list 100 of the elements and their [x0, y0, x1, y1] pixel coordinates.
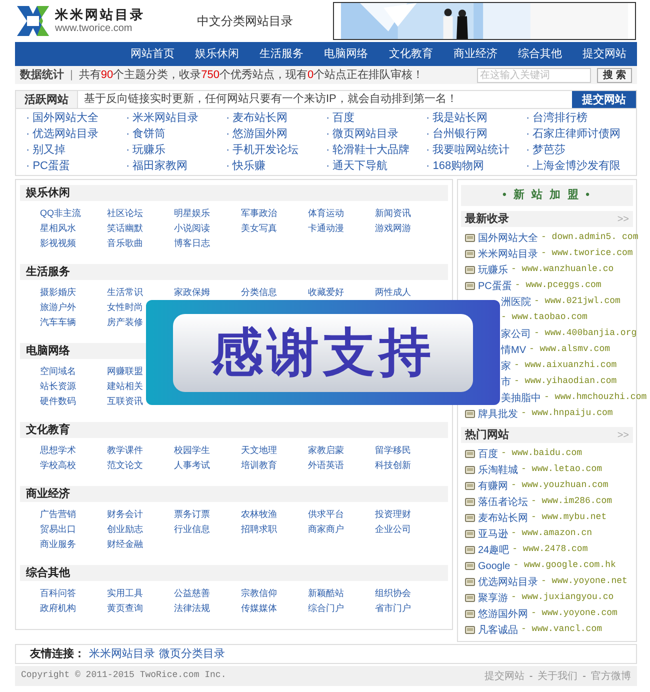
friend-link[interactable]: 米米网站目录 [89, 646, 155, 662]
site-link[interactable]: 麦布站长网 [478, 510, 528, 526]
site-link[interactable]: · 台湾排行榜 [526, 110, 588, 126]
category-link[interactable]: 外语英语 [308, 460, 344, 470]
category-link[interactable]: 生活常识 [107, 287, 143, 297]
category-link[interactable]: 汽车车辆 [40, 317, 76, 327]
site-link[interactable]: · 通天下导航 [326, 158, 388, 174]
category-link[interactable]: 卡通动漫 [308, 223, 344, 233]
category-link[interactable]: 行业信息 [174, 524, 210, 534]
category-link[interactable]: 房产装修 [107, 317, 143, 327]
category-link[interactable]: 收藏爱好 [308, 287, 344, 297]
category-link[interactable]: 学校高校 [40, 460, 76, 470]
search-button[interactable]: 搜 索 [597, 68, 632, 82]
nav-link[interactable]: 网站首页 [120, 46, 185, 62]
category-link[interactable]: 游戏网游 [375, 223, 411, 233]
site-link[interactable]: · 食饼筒 [126, 126, 166, 142]
site-link[interactable]: Google [478, 558, 510, 574]
site-link[interactable]: · 我要啦网站统计 [426, 142, 510, 158]
site-link[interactable]: 乐淘鞋城 [478, 462, 518, 478]
category-link[interactable]: 招聘求职 [241, 524, 277, 534]
category-link[interactable]: 音乐歌曲 [107, 238, 143, 248]
site-link[interactable]: 亚马逊 [478, 526, 508, 542]
category-link[interactable]: 留学移民 [375, 445, 411, 455]
nav-link[interactable]: 生活服务 [249, 46, 314, 62]
friend-link[interactable]: 微页分类目录 [159, 646, 225, 662]
category-link[interactable]: 创业励志 [107, 524, 143, 534]
category-link[interactable]: 新颖酷站 [308, 588, 344, 598]
category-link[interactable]: 省市门户 [375, 603, 411, 613]
site-link[interactable]: · 悠游国外网 [226, 126, 288, 142]
site-link[interactable]: · 微页网站目录 [326, 126, 399, 142]
site-link[interactable]: · 石家庄律师讨债网 [526, 126, 621, 142]
category-link[interactable]: 站长资源 [40, 381, 76, 391]
category-link[interactable]: 组织协会 [375, 588, 411, 598]
category-link[interactable]: 票务订票 [174, 509, 210, 519]
nav-link[interactable]: 提交网站 [572, 46, 637, 62]
category-link[interactable]: 空间域名 [40, 366, 76, 376]
site-link[interactable]: 凡客诚品 [478, 622, 518, 638]
category-link[interactable]: 旅游户外 [40, 302, 76, 312]
category-link[interactable]: 建站相关 [107, 381, 143, 391]
category-link[interactable]: 百科问答 [40, 588, 76, 598]
category-link[interactable]: 新闻资讯 [375, 208, 411, 218]
category-link[interactable]: 军事政治 [241, 208, 277, 218]
site-link[interactable]: 聚享游 [478, 590, 508, 606]
category-link[interactable]: 供求平台 [308, 509, 344, 519]
nav-link[interactable]: 文化教育 [378, 46, 444, 62]
site-link[interactable]: · 上海金博沙发有限 [526, 158, 621, 174]
search-field[interactable]: 在这输入关键词 [477, 68, 592, 82]
category-link[interactable]: 教学课件 [107, 445, 143, 455]
site-link[interactable]: 悠游国外网 [478, 606, 528, 622]
site-link[interactable]: 美抽脂中 [501, 390, 541, 406]
category-link[interactable]: 传媒媒体 [241, 603, 277, 613]
nav-link[interactable]: 综合其他 [508, 46, 572, 62]
category-link[interactable]: 博客日志 [174, 238, 210, 248]
site-link[interactable]: 百度 [478, 446, 498, 462]
category-link[interactable]: 校园学生 [174, 445, 210, 455]
category-link[interactable]: 天文地理 [241, 445, 277, 455]
category-link[interactable]: 体育运动 [308, 208, 344, 218]
category-link[interactable]: 投资理财 [375, 509, 411, 519]
category-link[interactable]: 笑话幽默 [107, 223, 143, 233]
submit-link[interactable]: 提交网站 [572, 91, 636, 108]
site-link[interactable]: 有赚网 [478, 478, 508, 494]
category-link[interactable]: 综合门户 [308, 603, 344, 613]
site-link[interactable]: · 168购物网 [426, 158, 484, 174]
site-link[interactable]: 落伍者论坛 [478, 494, 528, 510]
category-link[interactable]: 互联资讯 [107, 396, 143, 406]
site-link[interactable]: · 手机开发论坛 [226, 142, 299, 158]
category-link[interactable]: 政府机构 [40, 603, 76, 613]
category-link[interactable]: 科技创新 [375, 460, 411, 470]
site-link[interactable]: 国外网站大全 [478, 230, 538, 246]
category-link[interactable]: 家教启蒙 [308, 445, 344, 455]
site-link[interactable]: 家公司 [501, 326, 531, 342]
category-link[interactable]: 思想学术 [40, 445, 76, 455]
site-link[interactable]: · PC蛋蛋 [26, 158, 70, 174]
site-link[interactable]: PC蛋蛋 [478, 278, 512, 294]
site-link[interactable]: 24趣吧 [478, 542, 510, 558]
category-link[interactable]: 广告营销 [40, 509, 76, 519]
site-link[interactable]: · 台州银行网 [426, 126, 488, 142]
category-link[interactable]: 商业服务 [40, 539, 76, 549]
category-link[interactable]: 女性时尚 [107, 302, 143, 312]
category-link[interactable]: 家政保姆 [174, 287, 210, 297]
site-link[interactable]: 米米网站目录 [478, 246, 538, 262]
category-link[interactable]: 两性成人 [375, 287, 411, 297]
site-link[interactable]: 情MV [501, 342, 526, 358]
site-link[interactable]: · 梦芭莎 [526, 142, 566, 158]
category-link[interactable]: 宗教信仰 [241, 588, 277, 598]
site-link[interactable]: · 米米网站目录 [126, 110, 199, 126]
category-link[interactable]: 人事考试 [174, 460, 210, 470]
site-link[interactable]: · 玩赚乐 [126, 142, 166, 158]
site-link[interactable]: 家 [501, 358, 511, 374]
category-link[interactable]: 农林牧渔 [241, 509, 277, 519]
category-link[interactable]: 实用工具 [107, 588, 143, 598]
category-link[interactable]: 星相风水 [40, 223, 76, 233]
category-link[interactable]: 社区论坛 [107, 208, 143, 218]
category-link[interactable]: 摄影婚庆 [40, 287, 76, 297]
nav-link[interactable]: 电脑网络 [314, 46, 378, 62]
category-link[interactable]: 影视视频 [40, 238, 76, 248]
category-link[interactable]: 企业公司 [375, 524, 411, 534]
category-link[interactable]: 财经金融 [107, 539, 143, 549]
category-link[interactable]: 硬件数码 [40, 396, 76, 406]
category-link[interactable]: 网赚联盟 [107, 366, 143, 376]
